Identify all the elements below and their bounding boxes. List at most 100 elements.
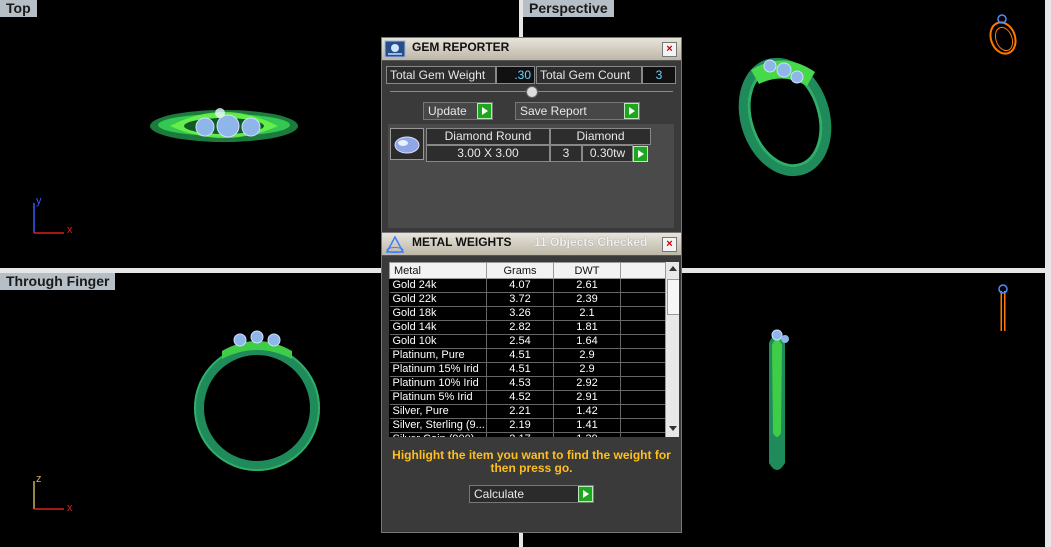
axis-label-x: x <box>67 224 73 236</box>
empty-cell <box>620 320 666 335</box>
total-gem-weight-label: Total Gem Weight <box>386 66 496 84</box>
metal-name-cell: Gold 24k <box>389 278 487 293</box>
metal-weights-titlebar[interactable]: METAL WEIGHTS 11 Objects Checked × <box>382 233 681 256</box>
grams-cell: 3.26 <box>486 306 554 321</box>
grams-cell: 4.07 <box>486 278 554 293</box>
table-row[interactable]: Platinum 5% Irid 4.52 2.91 <box>389 390 666 405</box>
gem-item-go-icon[interactable] <box>633 146 648 162</box>
splitter-knob-icon[interactable] <box>526 86 538 98</box>
save-report-go-icon[interactable] <box>624 103 639 119</box>
metal-name-cell: Silver, Pure <box>389 404 487 419</box>
gem-item-row[interactable]: Diamond Round Diamond 3.00 X 3.00 3 0.30… <box>390 128 674 162</box>
calculate-dropdown[interactable]: Calculate <box>469 485 594 503</box>
diamond-round-icon <box>390 128 424 160</box>
grams-cell: 2.19 <box>486 418 554 433</box>
table-row[interactable]: Gold 24k 4.07 2.61 <box>389 278 666 293</box>
calculate-dropdown-label: Calculate <box>474 487 525 501</box>
axis-label-y: y <box>36 195 42 207</box>
dwt-cell: 2.9 <box>553 362 621 377</box>
calculate-go-icon[interactable] <box>578 486 593 502</box>
grams-cell: 2.17 <box>486 432 554 437</box>
gem-count: 3 <box>550 145 582 162</box>
ring-nav-icon-perspective[interactable] <box>985 10 1025 58</box>
table-row[interactable]: Gold 10k 2.54 1.64 <box>389 334 666 349</box>
metal-weights-hint: Highlight the item you want to find the … <box>392 448 671 475</box>
metal-weights-close-icon[interactable]: × <box>662 237 677 252</box>
empty-cell <box>620 306 666 321</box>
table-row[interactable]: Silver, Sterling (9... 2.19 1.41 <box>389 418 666 433</box>
metal-name-cell: Platinum 15% Irid <box>389 362 487 377</box>
metal-name-cell: Gold 14k <box>389 320 487 335</box>
dwt-cell: 1.64 <box>553 334 621 349</box>
dwt-cell: 1.41 <box>553 418 621 433</box>
scroll-down-icon[interactable] <box>669 426 677 431</box>
save-report-button[interactable]: Save Report <box>515 102 640 120</box>
grams-cell: 4.53 <box>486 376 554 391</box>
empty-cell <box>620 278 666 293</box>
metal-name-cell: Platinum, Pure <box>389 348 487 363</box>
gem-shape: Diamond Round <box>426 128 550 145</box>
dwt-cell: 1.81 <box>553 320 621 335</box>
column-header-empty <box>620 262 666 279</box>
axis-label-x-finger: x <box>67 502 73 514</box>
update-button-label: Update <box>428 104 467 118</box>
empty-cell <box>620 418 666 433</box>
grams-cell: 4.52 <box>486 390 554 405</box>
dwt-cell: 2.39 <box>553 292 621 307</box>
gem-size: 3.00 X 3.00 <box>426 145 550 162</box>
empty-cell <box>620 390 666 405</box>
update-button[interactable]: Update <box>423 102 493 120</box>
empty-cell <box>620 404 666 419</box>
dwt-cell: 2.1 <box>553 306 621 321</box>
metal-weights-icon <box>385 235 405 253</box>
dwt-cell: 2.9 <box>553 348 621 363</box>
table-row[interactable]: Gold 14k 2.82 1.81 <box>389 320 666 335</box>
column-header-metal[interactable]: Metal <box>389 262 487 279</box>
scroll-up-icon[interactable] <box>669 266 677 271</box>
column-header-dwt[interactable]: DWT <box>553 262 621 279</box>
gem-reporter-icon <box>384 40 406 58</box>
metal-table-scrollbar[interactable] <box>665 262 679 437</box>
table-row[interactable]: Gold 18k 3.26 2.1 <box>389 306 666 321</box>
gem-weight: 0.30tw <box>582 145 633 162</box>
ring-nav-icon-side[interactable] <box>991 283 1021 337</box>
dwt-cell: 2.61 <box>553 278 621 293</box>
grams-cell: 2.21 <box>486 404 554 419</box>
table-row[interactable]: Platinum, Pure 4.51 2.9 <box>389 348 666 363</box>
metal-name-cell: Silver Coin (900) <box>389 432 487 437</box>
dwt-cell: 1.42 <box>553 404 621 419</box>
gem-reporter-panel: GEM REPORTER × Total Gem Weight .30 Tota… <box>381 37 682 235</box>
table-row[interactable]: Platinum 15% Irid 4.51 2.9 <box>389 362 666 377</box>
dwt-cell: 2.92 <box>553 376 621 391</box>
metal-table-container[interactable]: Metal Grams DWT Gold 24k 4.07 2.61 Gold 22k… <box>389 262 679 437</box>
axis-label-z: z <box>36 473 42 485</box>
table-row[interactable]: Silver Coin (900)2.171.39 <box>389 432 666 437</box>
metal-name-cell: Platinum 5% Irid <box>389 390 487 405</box>
total-gem-count-label: Total Gem Count <box>536 66 642 84</box>
metal-name-cell: Silver, Sterling (9... <box>389 418 487 433</box>
update-go-icon[interactable] <box>477 103 492 119</box>
table-row[interactable]: Silver, Pure 2.21 1.42 <box>389 404 666 419</box>
metal-name-cell: Platinum 10% Irid <box>389 376 487 391</box>
gem-material: Diamond <box>550 128 651 145</box>
viewport-edge-right <box>1045 0 1051 547</box>
dwt-cell: 2.91 <box>553 390 621 405</box>
gem-item-go-button[interactable] <box>633 145 649 162</box>
metal-name-cell: Gold 18k <box>389 306 487 321</box>
table-row[interactable]: Gold 22k 3.72 2.39 <box>389 292 666 307</box>
scroll-thumb[interactable] <box>667 279 679 315</box>
save-report-button-label: Save Report <box>520 104 587 118</box>
objects-checked-status: 11 Objects Checked <box>534 235 648 249</box>
metal-name-cell: Gold 22k <box>389 292 487 307</box>
metal-name-cell: Gold 10k <box>389 334 487 349</box>
empty-cell <box>620 292 666 307</box>
gem-reporter-titlebar[interactable]: GEM REPORTER × <box>382 38 681 61</box>
column-header-grams[interactable]: Grams <box>486 262 554 279</box>
metal-weights-title: METAL WEIGHTS <box>412 235 512 249</box>
grams-cell: 3.72 <box>486 292 554 307</box>
empty-cell <box>620 362 666 377</box>
metal-table-body: Gold 24k 4.07 2.61 Gold 22k 3.72 2.39 Gold 18k… <box>389 278 666 437</box>
table-row[interactable]: Platinum 10% Irid 4.53 2.92 <box>389 376 666 391</box>
grams-cell: 4.51 <box>486 348 554 363</box>
gem-reporter-close-icon[interactable]: × <box>662 42 677 57</box>
